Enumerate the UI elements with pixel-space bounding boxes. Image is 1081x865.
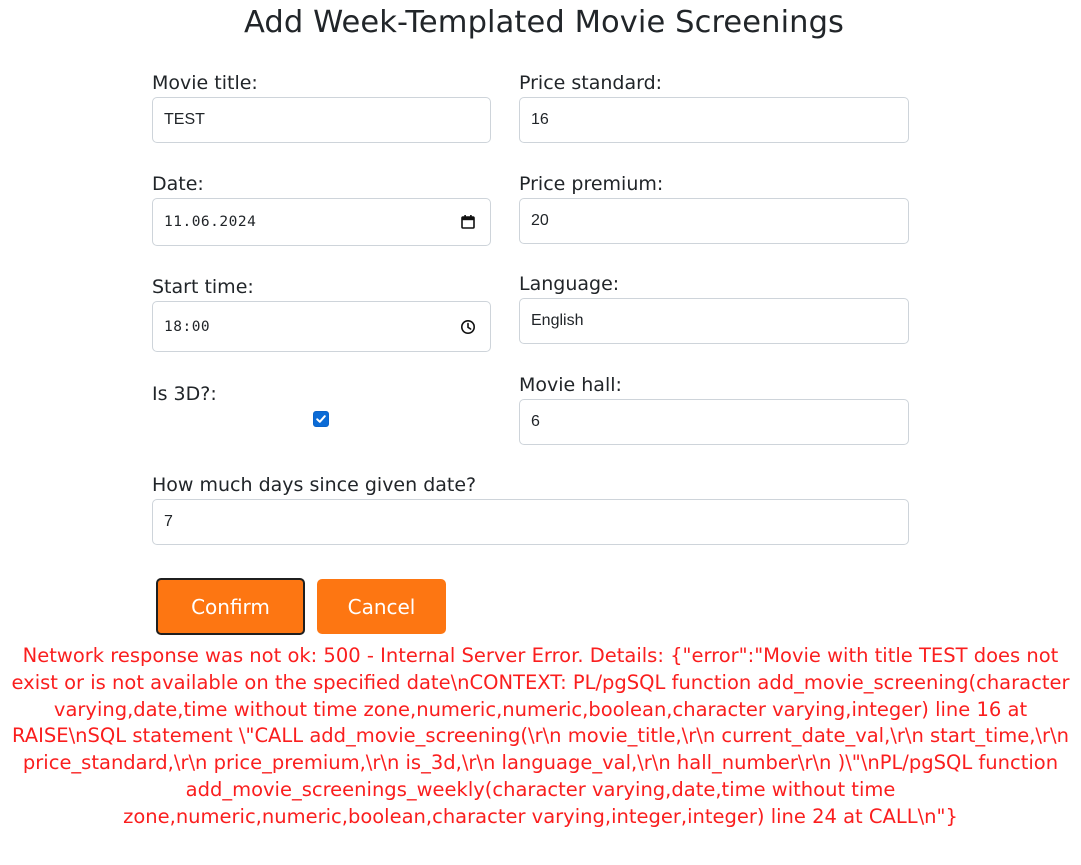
date-label: Date: [152,173,204,195]
days-label: How much days since given date? [152,474,477,496]
movie-title-input[interactable]: TEST [152,97,491,143]
movie-hall-input[interactable]: 6 [519,399,909,445]
cancel-button[interactable]: Cancel [317,579,446,634]
is-3d-label: Is 3D?: [152,383,217,405]
start-time-input[interactable]: 18:00 [152,301,491,352]
error-message: Network response was not ok: 500 - Inter… [11,644,1070,828]
language-label: Language: [519,273,620,295]
price-standard-label: Price standard: [519,72,663,94]
movie-title-label: Movie title: [152,72,258,94]
calendar-icon[interactable] [460,214,476,230]
confirm-button[interactable]: Confirm [156,578,305,635]
movie-hall-label: Movie hall: [519,374,622,396]
days-input[interactable]: 7 [152,499,909,545]
start-time-label: Start time: [152,276,254,298]
movie-hall-value: 6 [531,413,540,430]
price-premium-input[interactable]: 20 [519,198,909,244]
movie-title-value: TEST [164,111,205,128]
days-value: 7 [164,513,173,530]
price-premium-value: 20 [531,212,549,229]
start-time-value: 18:00 [164,318,211,335]
language-value: English [531,312,584,329]
price-standard-input[interactable]: 16 [519,97,909,143]
price-standard-value: 16 [531,111,549,128]
checkmark-icon [316,415,326,423]
is-3d-checkbox[interactable] [313,411,329,427]
date-input[interactable]: 11.06.2024 [152,198,491,246]
page-title: Add Week-Templated Movie Screenings [243,5,845,40]
date-value: 11.06.2024 [164,214,257,230]
price-premium-label: Price premium: [519,173,664,195]
clock-icon[interactable] [460,319,476,335]
language-input[interactable]: English [519,298,909,344]
